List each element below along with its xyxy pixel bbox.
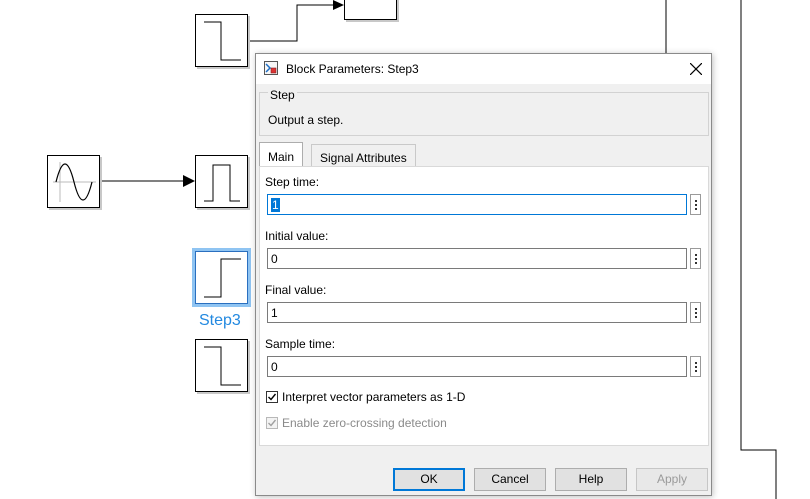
initial-value-label: Initial value: xyxy=(265,229,329,243)
block-description-group: Step Output a step. xyxy=(259,88,709,136)
step3-block[interactable] xyxy=(192,248,251,307)
cancel-button[interactable]: Cancel xyxy=(474,468,546,491)
step-time-options-button[interactable] xyxy=(690,194,701,215)
tab-main[interactable]: Main xyxy=(259,142,304,167)
step-time-field[interactable]: 1 xyxy=(267,194,687,215)
pulse-icon xyxy=(204,164,240,202)
step-block[interactable] xyxy=(195,339,248,392)
main-tab-panel: Step time: 1 Initial value: 0 Final valu… xyxy=(259,166,709,446)
tab-main-label: Main xyxy=(268,150,295,164)
help-button[interactable]: Help xyxy=(555,468,627,491)
dialog-titlebar[interactable]: Block Parameters: Step3 xyxy=(256,54,711,84)
block-description: Output a step. xyxy=(268,113,344,127)
final-value-options-button[interactable] xyxy=(690,302,701,323)
step-time-label: Step time: xyxy=(265,175,320,189)
output-block[interactable] xyxy=(344,0,397,20)
final-value-field[interactable]: 1 xyxy=(267,302,687,323)
sample-time-field[interactable]: 0 xyxy=(267,356,687,377)
step-up-icon xyxy=(204,258,241,298)
step-time-value: 1 xyxy=(271,198,280,212)
zero-crossing-checkbox xyxy=(266,417,278,429)
group-title: Step xyxy=(268,88,297,102)
initial-value-field[interactable]: 0 xyxy=(267,248,687,269)
interpret-vector-label[interactable]: Interpret vector parameters as 1-D xyxy=(282,390,465,404)
initial-value-value: 0 xyxy=(271,252,278,266)
tab-signal-attributes[interactable]: Signal Attributes xyxy=(311,144,416,167)
step-down-icon xyxy=(204,21,241,61)
ok-button[interactable]: OK xyxy=(393,468,465,491)
sine-wave-icon xyxy=(53,162,96,202)
interpret-vector-checkbox[interactable] xyxy=(266,391,278,403)
step3-block-label[interactable]: Step3 xyxy=(199,312,241,330)
sine-wave-block[interactable] xyxy=(47,155,100,208)
checkmark-icon xyxy=(268,393,277,401)
step-down-icon xyxy=(204,346,241,386)
step-block[interactable] xyxy=(195,14,248,67)
final-value-label: Final value: xyxy=(265,283,327,297)
checkmark-icon xyxy=(268,419,277,427)
block-parameters-dialog: Block Parameters: Step3 Step Output a st… xyxy=(255,53,712,496)
apply-button: Apply xyxy=(636,468,708,491)
dialog-title: Block Parameters: Step3 xyxy=(286,62,419,76)
final-value-value: 1 xyxy=(271,306,278,320)
simulink-block-icon xyxy=(264,61,278,75)
sample-time-value: 0 xyxy=(271,360,278,374)
sample-time-options-button[interactable] xyxy=(690,356,701,377)
initial-value-options-button[interactable] xyxy=(690,248,701,269)
close-icon xyxy=(690,63,702,75)
tab-signal-attributes-label: Signal Attributes xyxy=(320,151,407,165)
pulse-block[interactable] xyxy=(195,155,248,208)
zero-crossing-label: Enable zero-crossing detection xyxy=(282,416,447,430)
sample-time-label: Sample time: xyxy=(265,337,336,351)
close-button[interactable] xyxy=(681,54,711,84)
